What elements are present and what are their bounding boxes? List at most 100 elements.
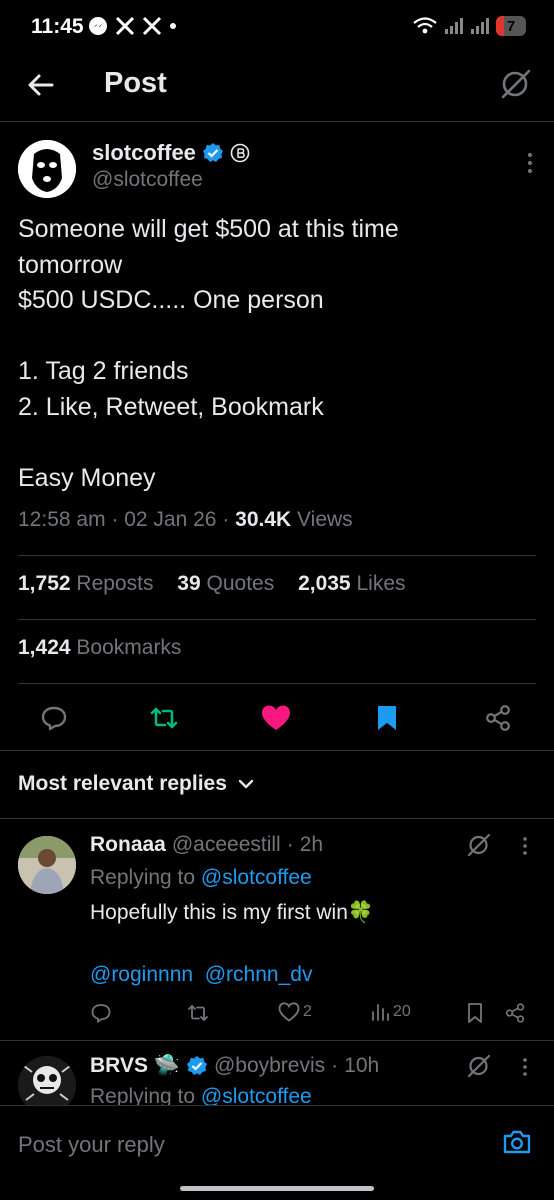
analytics-icon [372,1004,389,1021]
back-button[interactable] [24,68,58,102]
reply-author-handle[interactable]: @boybrevis [214,1054,325,1078]
reply-header: Ronaaa @aceeestill · 2h [90,833,324,857]
chevron-down-icon [238,779,254,789]
reply-avatar[interactable] [18,836,76,894]
repost-button[interactable] [186,1002,210,1024]
bookmark-icon [468,1003,482,1023]
divider [18,683,536,684]
verified-badge-icon [186,1056,207,1075]
author-avatar[interactable] [18,140,76,198]
like-button[interactable] [260,702,292,734]
reposts-stat[interactable]: 1,752 Reposts [18,572,153,595]
reply-icon [41,706,67,731]
share-button[interactable] [504,1002,526,1024]
like-count: 2 [303,1003,312,1020]
post-text-line [18,425,538,461]
reply-time: 10h [344,1054,380,1077]
divider [18,619,536,620]
author-name[interactable]: slotcoffee [92,140,196,166]
camera-icon [503,1130,531,1154]
post-text-line: $500 USDC..... One person [18,286,324,314]
more-options-button[interactable] [522,1057,528,1077]
grok-button[interactable] [498,66,534,102]
reply-button[interactable] [38,702,70,734]
engagement-stats: 1,752 Reposts 39 Quotes 2,035 Likes [18,572,424,596]
x-app-icon [115,16,135,36]
repost-icon [188,1004,208,1022]
views-count: 20 [393,1003,411,1020]
notification-icons [88,16,177,36]
grok-button[interactable] [466,1053,492,1079]
post-text-line: Someone will get $500 at this time [18,215,399,243]
header: Post [0,52,554,122]
more-options-button[interactable] [526,152,534,174]
post-text-line: Easy Money [18,463,156,492]
views-label: Views [297,508,353,531]
post-text-line: 1. Tag 2 friends [18,357,189,385]
wifi-icon [412,16,438,36]
replies-sort-label: Most relevant replies [18,772,227,795]
likes-stat[interactable]: 2,035 Likes [298,572,405,595]
post-text-line: 2. Like, Retweet, Bookmark [18,392,324,421]
heart-icon [278,1002,300,1022]
home-indicator[interactable] [180,1186,374,1191]
reply-composer: Post your reply [0,1105,554,1185]
grok-icon [501,69,531,99]
reply-text: Hopefully this is my first win🍀 [90,901,375,924]
reply-mentions: @roginnnn @rchnn_dv [90,960,312,990]
mask-avatar-icon [18,140,76,198]
author-name-row: slotcoffee [92,140,250,166]
reply-author-name[interactable]: Ronaaa [90,833,166,857]
reply-icon [91,1004,111,1024]
reply-actions: 2 20 [90,1002,530,1032]
bookmark-button[interactable] [371,702,403,734]
author-handle[interactable]: @slotcoffee [92,168,203,192]
post-text: Someone will get $500 at this time tomorr… [18,212,538,496]
divider [18,555,536,556]
grok-icon [467,1054,491,1078]
replying-to-link[interactable]: @slotcoffee [201,866,312,889]
mention-link[interactable]: @rchnn_dv [205,963,313,986]
reply-author-name[interactable]: BRVS 🛸 [90,1054,180,1078]
divider [0,750,554,751]
more-vertical-icon [523,837,527,855]
mention-link[interactable]: @roginnnn [90,963,193,986]
like-button[interactable]: 2 [278,1002,312,1022]
more-vertical-icon [528,153,532,173]
reply-header: BRVS 🛸 @boybrevis · 10h [90,1054,380,1078]
page-title: Post [104,67,167,99]
verified-badge-icon [202,143,223,162]
replies-sort-dropdown[interactable]: Most relevant replies [18,772,255,796]
grok-button[interactable] [466,832,492,858]
camera-button[interactable] [502,1128,532,1156]
views-button[interactable]: 20 [370,1002,411,1022]
repost-button[interactable] [148,702,180,734]
messenger-icon [88,16,108,36]
signal-icon [470,17,490,35]
post-text-line [18,319,538,355]
reply-input[interactable]: Post your reply [18,1132,165,1158]
reply-time: 2h [299,833,324,856]
bookmark-filled-icon [378,706,396,730]
bookmarks-stat[interactable]: 1,424 Bookmarks [18,636,181,660]
bitcoin-badge-icon [230,143,250,163]
share-icon [486,705,510,731]
dot-icon [169,22,177,30]
post-time: 12:58 am [18,508,106,531]
more-options-button[interactable] [522,836,528,856]
quotes-stat[interactable]: 39 Quotes [177,572,274,595]
battery-indicator: 7 [496,16,526,36]
battery-level: 7 [506,17,516,35]
x-app-icon [142,16,162,36]
reply-author-handle[interactable]: @aceeestill [172,833,281,857]
system-icons: 7 [412,16,526,36]
post-text-line: tomorrow [18,250,123,279]
status-bar: 11:45 7 [0,0,554,52]
bookmark-button[interactable] [466,1002,484,1024]
reply-button[interactable] [90,1002,112,1024]
replying-to: Replying to @slotcoffee [90,866,312,889]
share-button[interactable] [482,702,514,734]
user-photo-icon [18,836,76,894]
repost-icon [150,707,178,729]
more-vertical-icon [523,1058,527,1076]
